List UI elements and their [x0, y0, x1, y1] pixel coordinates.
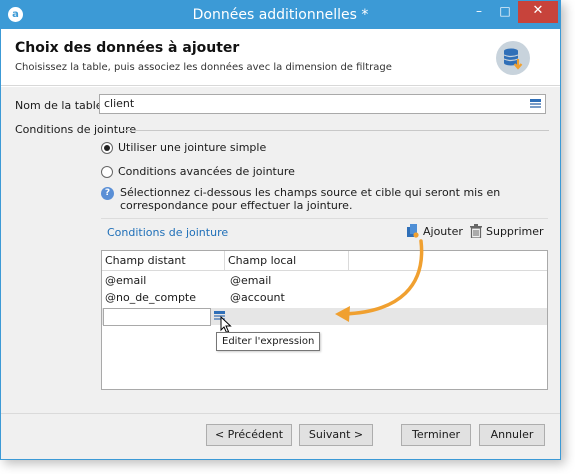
wizard-header: Choix des données à ajouter Choisissez l… — [1, 29, 560, 86]
radio-checked-icon[interactable] — [101, 141, 113, 154]
table-row[interactable]: @email @email — [102, 272, 547, 289]
remote-field-editor[interactable] — [103, 308, 211, 326]
page-subtitle: Choisissez la table, puis associez les d… — [15, 62, 392, 73]
radio-advanced-join[interactable]: Conditions avancées de jointure — [101, 165, 295, 178]
minimize-button[interactable]: – — [466, 1, 492, 23]
delete-button-label: Supprimer — [486, 224, 544, 238]
join-conditions-group-label: Conditions de jointure — [15, 123, 137, 136]
remote-field-cell[interactable]: @no_de_compte — [102, 289, 225, 306]
table-row[interactable]: @no_de_compte @account — [102, 289, 547, 306]
add-button-label: Ajouter — [423, 224, 463, 238]
help-text: Sélectionnez ci-dessous les champs sourc… — [120, 186, 501, 212]
wizard-footer: < Précédent Suivant > Terminer Annuler — [1, 413, 560, 459]
add-icon — [407, 224, 419, 238]
radio-advanced-join-label: Conditions avancées de jointure — [118, 165, 295, 178]
finish-button[interactable]: Terminer — [401, 424, 471, 446]
conditions-toolbar: Conditions de jointure Ajouter Supprimer — [101, 218, 548, 244]
table-row-editing[interactable] — [102, 308, 547, 326]
column-header-remote-field[interactable]: Champ distant — [102, 251, 225, 271]
next-button[interactable]: Suivant > — [299, 424, 373, 446]
radio-unchecked-icon[interactable] — [101, 165, 113, 178]
grid-header: Champ distant Champ local — [102, 251, 547, 271]
join-conditions-grid[interactable]: Champ distant Champ local @email @email … — [101, 250, 548, 390]
add-button[interactable]: Ajouter — [406, 224, 463, 238]
close-button[interactable]: ✕ — [518, 1, 558, 23]
wizard-content: Nom de la table : client Conditions de j… — [1, 87, 560, 413]
previous-button[interactable]: < Précédent — [206, 424, 292, 446]
table-name-label: Nom de la table : — [15, 99, 110, 112]
dialog-window: a Données additionnelles * – □ ✕ Choix d… — [0, 0, 561, 460]
cancel-button[interactable]: Annuler — [479, 424, 545, 446]
table-name-value: client — [104, 97, 135, 110]
delete-button[interactable]: Supprimer — [470, 224, 544, 238]
column-header-local-field[interactable]: Champ local — [225, 251, 349, 271]
page-title: Choix des données à ajouter — [15, 40, 240, 56]
radio-simple-join-label: Utiliser une jointure simple — [118, 141, 267, 154]
group-divider — [123, 130, 549, 131]
help-note: ? Sélectionnez ci-dessous les champs sou… — [101, 186, 541, 212]
question-icon: ? — [101, 187, 114, 200]
local-field-cell[interactable]: @email — [225, 272, 349, 289]
database-download-icon — [496, 41, 530, 75]
remote-field-cell[interactable]: @email — [102, 272, 225, 289]
trash-icon — [470, 224, 482, 238]
local-field-cell[interactable]: @account — [225, 289, 349, 306]
conditions-title: Conditions de jointure — [107, 226, 229, 239]
table-name-input[interactable]: client — [99, 94, 546, 114]
tooltip: Editer l'expression — [216, 332, 321, 351]
radio-simple-join[interactable]: Utiliser une jointure simple — [101, 141, 266, 154]
select-table-icon[interactable] — [530, 99, 541, 109]
title-bar[interactable]: a Données additionnelles * – □ ✕ — [1, 1, 560, 29]
maximize-button[interactable]: □ — [492, 1, 518, 23]
